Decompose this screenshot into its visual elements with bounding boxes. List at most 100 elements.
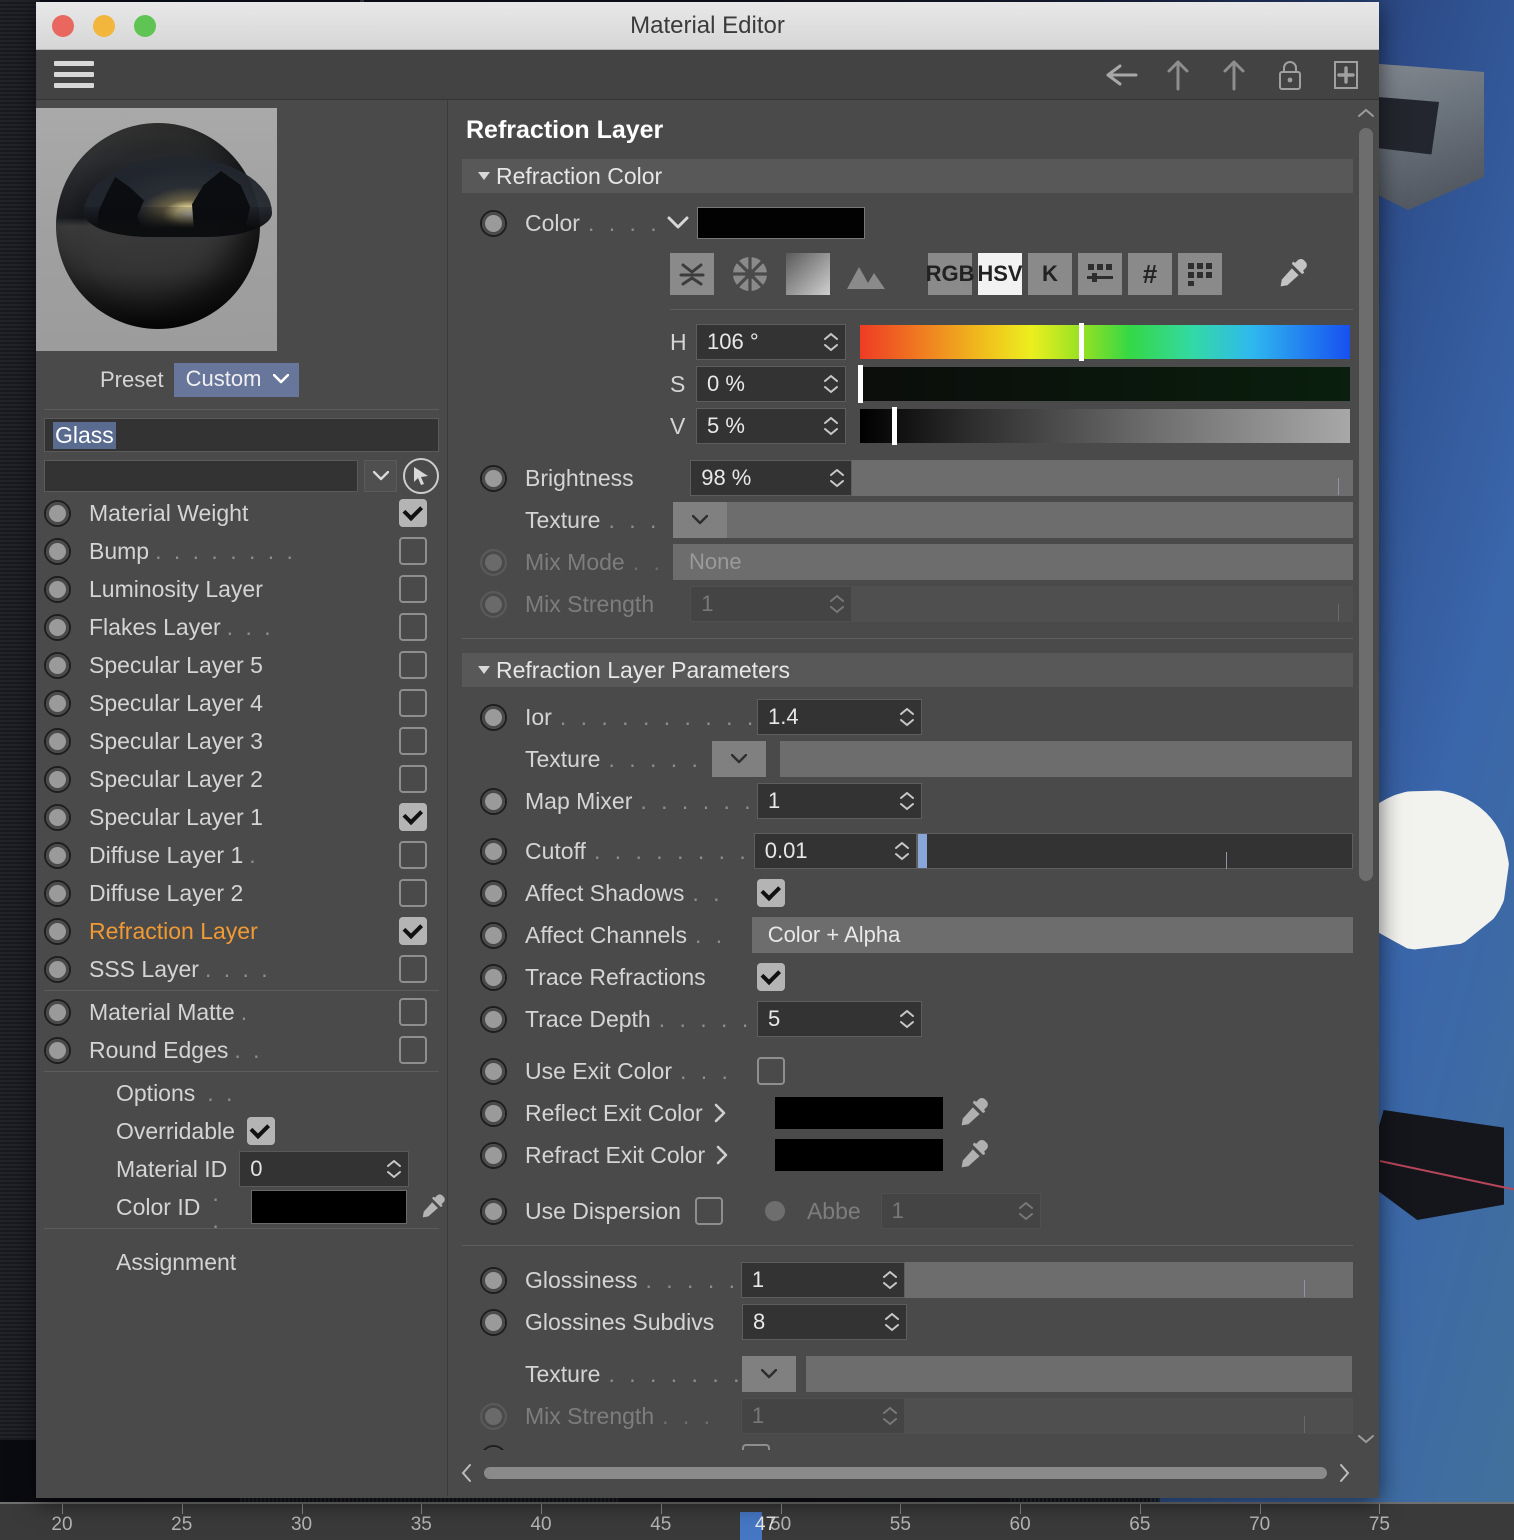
section-refraction-color[interactable]: Refraction Color (462, 159, 1353, 193)
hsv-slider-knob[interactable] (858, 365, 863, 403)
affect-channels-radio[interactable] (480, 921, 507, 949)
map-mixer-radio[interactable] (480, 787, 507, 815)
extra-layer-row[interactable]: Material Matte. (36, 993, 447, 1031)
layer-override-radio[interactable] (44, 499, 71, 527)
preset-dropdown[interactable]: Custom (173, 363, 300, 397)
texture-path-input[interactable] (727, 502, 1353, 538)
affect-shadows-checkbox[interactable] (757, 879, 785, 907)
layer-row[interactable]: Diffuse Layer 1. (36, 836, 447, 874)
layer-checkbox[interactable] (399, 499, 427, 527)
layer-override-radio[interactable] (44, 727, 71, 755)
eyedropper-icon[interactable] (957, 1137, 991, 1173)
hsv-slider[interactable] (860, 323, 1350, 361)
sliders-icon[interactable] (1078, 253, 1122, 295)
refract-exit-color-radio[interactable] (480, 1141, 507, 1169)
use-exit-color-checkbox[interactable] (757, 1057, 785, 1085)
section-refraction-parameters[interactable]: Refraction Layer Parameters (462, 653, 1353, 687)
layer-row[interactable]: Diffuse Layer 2 (36, 874, 447, 912)
color-wheel-icon[interactable] (728, 253, 772, 295)
use-dispersion-checkbox[interactable] (694, 1197, 723, 1225)
glossiness-stepper[interactable]: 1 (740, 1262, 906, 1298)
map-mixer-stepper[interactable]: 1 (757, 783, 922, 819)
refract-exit-color-swatch[interactable] (775, 1139, 943, 1171)
collapse-icon[interactable] (670, 253, 714, 295)
layer-row[interactable]: Flakes Layer. . . (36, 608, 447, 646)
cutoff-radio[interactable] (480, 837, 507, 865)
overridable-checkbox[interactable] (246, 1117, 275, 1145)
hsv-slider-knob[interactable] (1078, 323, 1084, 361)
hsv-stepper[interactable]: 106 ° (696, 324, 846, 360)
add-box-icon[interactable] (1329, 58, 1363, 92)
material-preview[interactable] (36, 108, 277, 351)
eyedropper-icon[interactable] (419, 1191, 447, 1223)
layer-override-radio[interactable] (44, 613, 71, 641)
trace-depth-radio[interactable] (480, 1005, 507, 1033)
image-icon[interactable] (844, 253, 888, 295)
affect-shadows-radio[interactable] (480, 879, 507, 907)
glossiness-radio[interactable] (480, 1266, 507, 1294)
glossiness-subdivs-radio[interactable] (480, 1308, 507, 1336)
brightness-slider[interactable] (852, 460, 1353, 496)
reflect-exit-color-swatch[interactable] (775, 1097, 943, 1129)
hex-button[interactable]: # (1128, 253, 1172, 295)
layer-row[interactable]: Material Weight (36, 494, 447, 532)
layer-override-radio[interactable] (44, 879, 71, 907)
hsv-button[interactable]: HSV (977, 253, 1023, 295)
up-arrow-icon[interactable] (1217, 58, 1251, 92)
chevron-right-icon[interactable] (713, 1103, 727, 1123)
hsv-slider-knob[interactable] (892, 407, 898, 445)
invert-checkbox[interactable] (742, 1444, 770, 1450)
extra-layer-radio[interactable] (44, 1036, 71, 1064)
texture-dropdown[interactable] (712, 741, 766, 777)
hsv-slider[interactable] (858, 365, 1350, 403)
gradient-icon[interactable] (786, 253, 830, 295)
layer-row[interactable]: SSS Layer. . . . (36, 950, 447, 988)
layer-checkbox[interactable] (399, 613, 427, 641)
refr-color-texture-field[interactable] (673, 502, 1353, 538)
layer-row[interactable]: Specular Layer 5 (36, 646, 447, 684)
scroll-down-icon[interactable] (1357, 1432, 1375, 1446)
layer-override-radio[interactable] (44, 955, 71, 983)
hsv-stepper[interactable]: 0 % (696, 366, 846, 402)
layer-override-radio[interactable] (44, 575, 71, 603)
layer-row[interactable]: Specular Layer 2 (36, 760, 447, 798)
pick-object-button[interactable] (403, 458, 439, 494)
use-dispersion-radio[interactable] (480, 1197, 507, 1225)
reflect-exit-color-radio[interactable] (480, 1099, 507, 1127)
hamburger-icon[interactable] (54, 61, 94, 88)
layer-row[interactable]: Specular Layer 4 (36, 684, 447, 722)
layer-row[interactable]: Bump. . . . . . . . (36, 532, 447, 570)
layer-override-radio[interactable] (44, 803, 71, 831)
layer-checkbox[interactable] (399, 879, 427, 907)
swatches-icon[interactable] (1178, 253, 1222, 295)
horizontal-scrollbar-thumb[interactable] (484, 1467, 1327, 1479)
layer-checkbox[interactable] (399, 765, 427, 793)
affect-channels-select[interactable]: Color + Alpha (751, 917, 1353, 953)
texture-path-input[interactable] (780, 741, 1352, 777)
glossiness-slider[interactable] (905, 1262, 1353, 1298)
ior-radio[interactable] (480, 703, 507, 731)
horizontal-scrollbar[interactable] (458, 1458, 1353, 1488)
rgb-button[interactable]: RGB (926, 253, 974, 295)
gloss-texture-field[interactable] (742, 1356, 1352, 1392)
trace-refractions-checkbox[interactable] (757, 963, 785, 991)
material-source-dropdown[interactable] (364, 460, 397, 492)
layer-checkbox[interactable] (399, 537, 427, 565)
layer-override-radio[interactable] (44, 765, 71, 793)
eyedropper-icon[interactable] (1276, 256, 1310, 292)
layer-row[interactable]: Specular Layer 1 (36, 798, 447, 836)
cutoff-slider[interactable] (916, 833, 1353, 869)
layer-checkbox[interactable] (399, 727, 427, 755)
kelvin-button[interactable]: K (1028, 253, 1072, 295)
eyedropper-icon[interactable] (957, 1095, 991, 1131)
texture-dropdown[interactable] (673, 502, 727, 538)
layer-override-radio[interactable] (44, 689, 71, 717)
hsv-stepper[interactable]: 5 % (696, 408, 846, 444)
trace-refractions-radio[interactable] (480, 963, 507, 991)
scroll-right-icon[interactable] (1335, 1463, 1353, 1483)
texture-path-input[interactable] (806, 1356, 1352, 1392)
cutoff-stepper[interactable]: 0.01 (753, 833, 917, 869)
layer-row[interactable]: Refraction Layer (36, 912, 447, 950)
layer-checkbox[interactable] (399, 841, 427, 869)
extra-layer-row[interactable]: Round Edges. . (36, 1031, 447, 1069)
